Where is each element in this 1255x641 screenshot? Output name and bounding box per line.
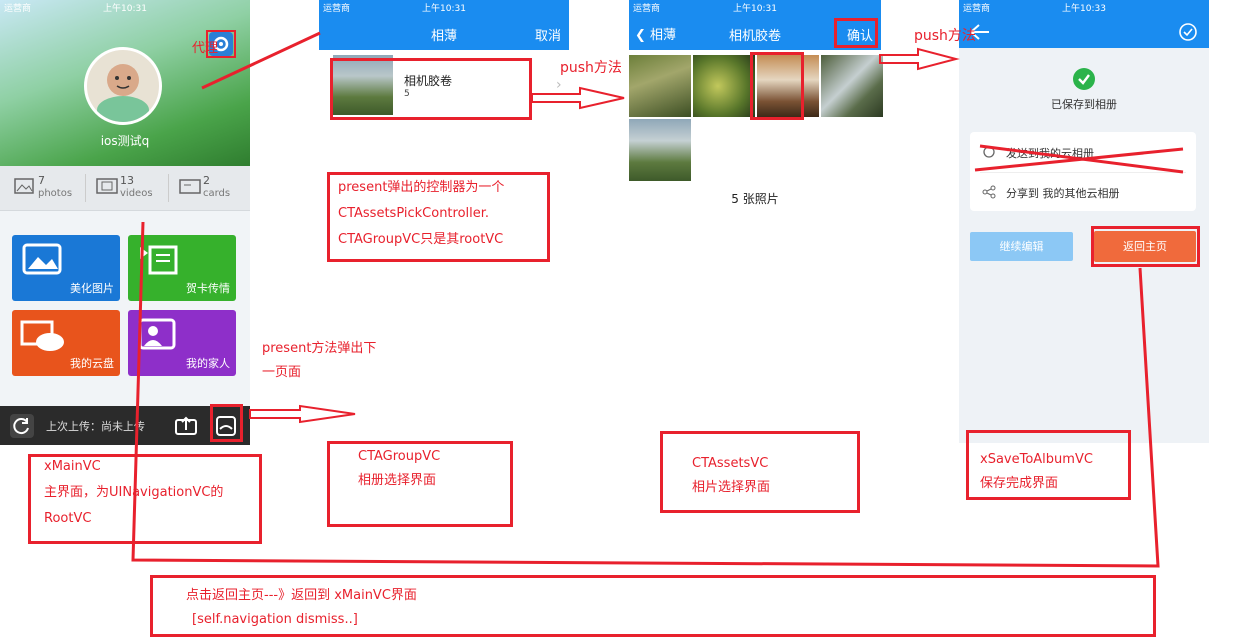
return-loop-line — [131, 221, 1160, 568]
arrow-present — [249, 404, 356, 424]
arrow-push-2 — [879, 47, 960, 71]
annotation-lines — [131, 31, 1184, 568]
delegate-line — [201, 31, 321, 90]
strike-line-2 — [979, 144, 1184, 174]
arrow-push-1 — [531, 86, 625, 110]
